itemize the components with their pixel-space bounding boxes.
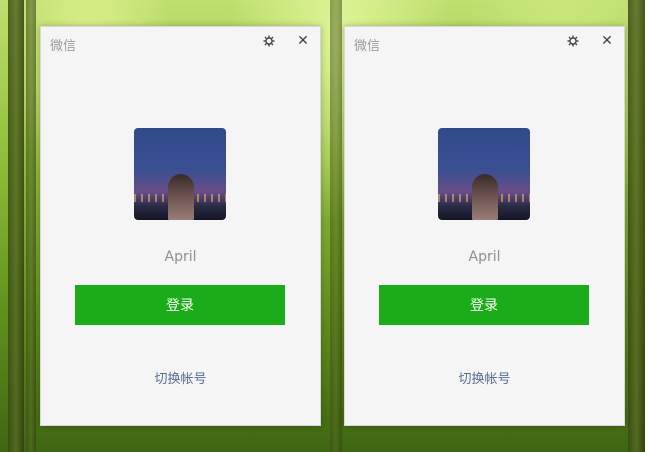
gear-icon[interactable] [564,32,582,50]
login-button[interactable]: 登录 [379,285,589,325]
window-title: 微信 [50,39,77,54]
tree-trunk [628,0,645,452]
avatar-person [472,174,498,220]
tree-trunk [26,0,36,452]
tree-trunk [330,0,342,452]
wechat-login-window: 微信 ✕ April 登录 切换帐号 [344,26,625,426]
username: April [164,249,197,265]
gear-icon-svg [263,35,275,47]
close-icon[interactable]: ✕ [598,32,616,50]
switch-account-link[interactable]: 切换帐号 [345,368,624,387]
gear-icon[interactable] [260,32,278,50]
tree-trunk [8,0,24,452]
login-button[interactable]: 登录 [75,285,285,325]
avatar [438,128,530,220]
avatar-person [168,174,194,220]
avatar [134,128,226,220]
switch-account-link[interactable]: 切换帐号 [41,368,320,387]
username: April [468,249,501,265]
gear-icon-svg [567,35,579,47]
close-icon[interactable]: ✕ [294,32,312,50]
window-title: 微信 [354,39,381,54]
wechat-login-window: 微信 ✕ April 登录 切换帐号 [40,26,321,426]
